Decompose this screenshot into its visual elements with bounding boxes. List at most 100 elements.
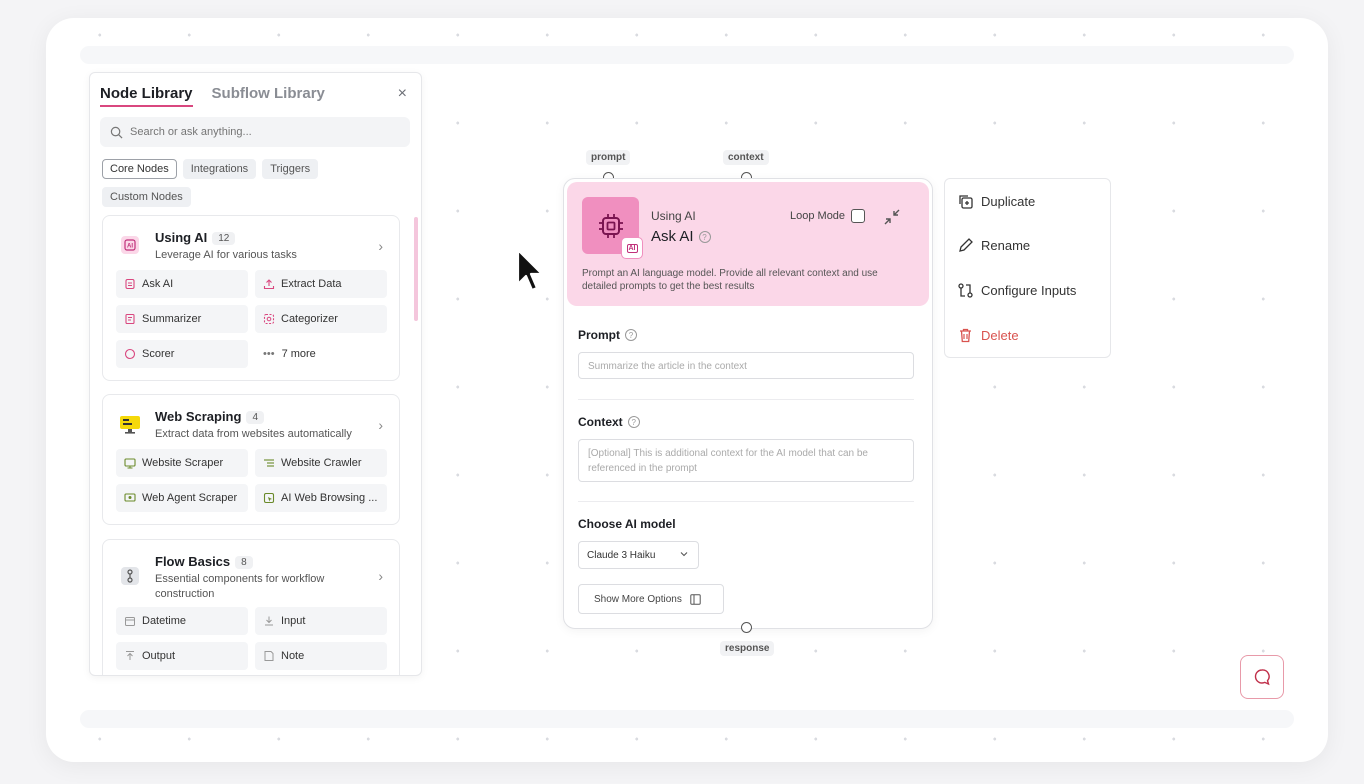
output-port-response[interactable] [741, 622, 752, 633]
node-title[interactable]: Ask AI [651, 228, 694, 245]
category-count: 12 [212, 232, 236, 245]
trash-icon [960, 328, 971, 343]
filter-chips: Core Nodes Integrations Triggers Custom … [102, 159, 362, 207]
node-description: Prompt an AI language model. Provide all… [582, 268, 878, 292]
category-web-scraping: Web Scraping 4 Extract data from websites… [102, 394, 400, 525]
node-item-ask-ai[interactable]: Ask AI [116, 270, 248, 298]
scraper-icon [124, 458, 136, 469]
category-header[interactable]: Flow Basics 8 Essential components for wo… [103, 540, 399, 607]
loop-mode-checkbox[interactable] [851, 209, 866, 223]
category-desc: Essential components for workflow constr… [155, 573, 325, 600]
divider [578, 501, 914, 502]
filter-custom-nodes[interactable]: Custom Nodes [102, 187, 191, 207]
flow-icon [121, 567, 139, 585]
panel-icon [690, 593, 701, 605]
category-header[interactable]: AI Using AI 12 Leverage AI for various ta… [103, 216, 399, 270]
close-icon[interactable]: × [398, 85, 407, 103]
node-header: AI Using AI Ask AI? Loop Mode Prompt an … [567, 182, 929, 306]
show-more-options-button[interactable]: Show More Options [578, 584, 724, 614]
delete-menu-item[interactable]: Delete [957, 327, 1019, 344]
port-label-response: response [720, 641, 775, 656]
summarizer-icon [125, 313, 135, 325]
ai-chip-icon: AI [121, 236, 139, 254]
configure-icon [958, 283, 973, 298]
duplicate-menu-item[interactable]: Duplicate [957, 193, 1035, 210]
help-icon[interactable]: ? [698, 231, 711, 243]
filter-core-nodes[interactable]: Core Nodes [102, 159, 177, 179]
category-header[interactable]: Web Scraping 4 Extract data from websites… [103, 395, 399, 449]
crawler-icon [264, 459, 274, 467]
tab-node-library[interactable]: Node Library [100, 85, 193, 107]
node-item-datetime[interactable]: Datetime [116, 607, 248, 635]
help-icon[interactable]: ? [627, 416, 640, 428]
node-item-web-agent-scraper[interactable]: Web Agent Scraper [116, 484, 248, 512]
chat-button[interactable] [1240, 655, 1284, 699]
extract-icon [263, 279, 275, 290]
monitor-icon [120, 416, 140, 434]
note-icon [264, 651, 274, 661]
model-label: Choose AI model [578, 517, 676, 531]
svg-text:AI: AI [127, 244, 133, 250]
upload-icon [126, 651, 134, 660]
node-item-note[interactable]: Note [255, 642, 387, 670]
chevron-right-icon[interactable]: › [378, 568, 383, 584]
category-desc: Leverage AI for various tasks [155, 249, 297, 261]
node-item-website-crawler[interactable]: Website Crawler [255, 449, 387, 477]
tab-subflow-library[interactable]: Subflow Library [212, 85, 325, 107]
ask-ai-icon [125, 278, 135, 290]
ask-ai-node[interactable]: AI Using AI Ask AI? Loop Mode Prompt an … [563, 178, 933, 629]
context-label: Context [578, 415, 623, 429]
app-frame: Node Library Subflow Library × Core Node… [46, 18, 1328, 762]
node-category: Using AI [651, 209, 696, 223]
context-input[interactable]: [Optional] This is additional context fo… [578, 439, 914, 482]
ai-badge-icon: AI [621, 237, 643, 259]
pencil-icon [959, 238, 973, 252]
bottom-toolbar-strip [80, 710, 1294, 728]
scorer-icon [124, 348, 136, 360]
node-item-scorer[interactable]: Scorer [116, 340, 248, 368]
configure-inputs-menu-item[interactable]: Configure Inputs [957, 282, 1076, 299]
node-item-extract-data[interactable]: Extract Data [255, 270, 387, 298]
search-icon [110, 126, 123, 138]
node-context-menu: Duplicate Rename Configure Inputs Delete [944, 178, 1111, 358]
download-icon [265, 616, 273, 626]
chevron-right-icon[interactable]: › [378, 238, 383, 254]
chevron-down-icon [680, 552, 688, 557]
node-item-ai-web-browsing[interactable]: AI Web Browsing ... [255, 484, 387, 512]
categorizer-icon [263, 313, 275, 325]
category-count: 4 [246, 411, 265, 424]
model-select[interactable]: Claude 3 Haiku [578, 541, 699, 569]
node-item-output[interactable]: Output [116, 642, 248, 670]
node-item-categorizer[interactable]: Categorizer [255, 305, 387, 333]
collapse-icon[interactable] [883, 208, 901, 226]
prompt-input[interactable]: Summarize the article in the context [578, 352, 914, 379]
more-dots-icon: ••• [263, 348, 275, 360]
duplicate-icon [959, 195, 973, 209]
port-label-prompt: prompt [586, 150, 631, 165]
filter-triggers[interactable]: Triggers [262, 159, 319, 179]
port-label-context: context [723, 150, 769, 165]
node-item-website-scraper[interactable]: Website Scraper [116, 449, 248, 477]
category-title: Web Scraping [155, 409, 242, 424]
library-scrollbar[interactable] [414, 217, 418, 321]
calendar-icon [125, 617, 135, 626]
chat-bubble-icon [1254, 669, 1270, 686]
node-item-input[interactable]: Input [255, 607, 387, 635]
loop-mode-toggle[interactable]: Loop Mode [790, 209, 866, 223]
library-tabs: Node Library Subflow Library [100, 85, 325, 107]
help-icon[interactable]: ? [625, 329, 637, 341]
node-item-summarizer[interactable]: Summarizer [116, 305, 248, 333]
category-title: Using AI [155, 230, 208, 245]
rename-menu-item[interactable]: Rename [957, 237, 1030, 254]
chevron-right-icon[interactable]: › [378, 417, 383, 433]
category-desc: Extract data from websites automatically [155, 428, 352, 440]
category-title: Flow Basics [155, 554, 231, 569]
library-search[interactable] [100, 117, 410, 147]
top-toolbar-strip [80, 46, 1294, 64]
category-using-ai: AI Using AI 12 Leverage AI for various ta… [102, 215, 400, 381]
search-input[interactable] [130, 126, 390, 138]
node-item-more[interactable]: ••• 7 more [255, 340, 387, 368]
browsing-icon [263, 492, 275, 504]
filter-integrations[interactable]: Integrations [182, 159, 257, 179]
mouse-cursor-icon [516, 248, 544, 292]
